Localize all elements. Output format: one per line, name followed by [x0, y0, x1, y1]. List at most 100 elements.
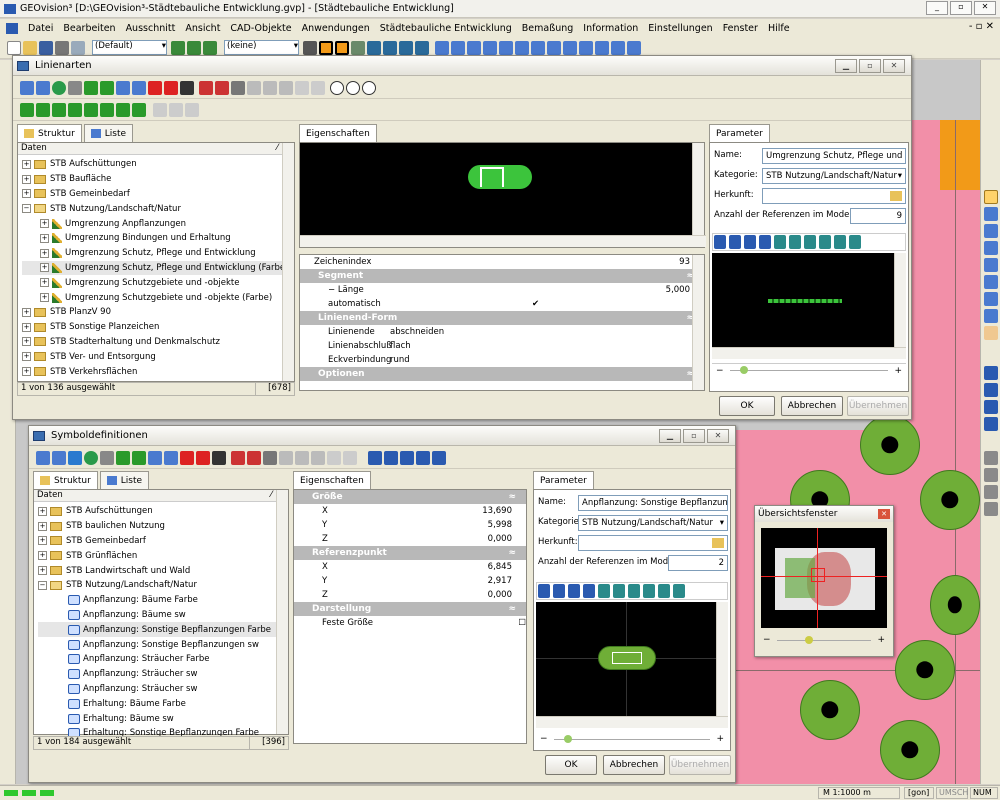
line-icon[interactable]	[153, 102, 167, 117]
cut-icon[interactable]	[295, 450, 309, 465]
move-icon[interactable]	[116, 80, 130, 95]
snap-icon[interactable]	[983, 400, 998, 414]
preview-hscroll[interactable]	[300, 235, 706, 247]
tree-item[interactable]: Anpflanzung: Sträucher sw	[38, 667, 288, 682]
add-level-icon[interactable]	[84, 102, 98, 117]
tree-item[interactable]: Anpflanzung: Sonstige Bepflanzungen sw	[38, 637, 288, 652]
add-icon[interactable]	[116, 450, 130, 465]
cut-line-icon[interactable]	[303, 40, 317, 55]
herkunft-field[interactable]	[762, 188, 906, 204]
tree-item[interactable]: + STB Stadterhaltung und Denkmalschutz	[22, 335, 294, 350]
expand-icon[interactable]: +	[38, 521, 47, 531]
select-icon[interactable]	[263, 450, 277, 465]
add-child-icon[interactable]	[132, 450, 146, 465]
view-icon[interactable]	[553, 584, 565, 598]
refresh-icon[interactable]	[68, 450, 82, 465]
symbol-tool-icon[interactable]	[368, 450, 382, 465]
style-select[interactable]: (Default) ▾	[92, 40, 167, 55]
tree-item[interactable]: + Umgrenzung Bindungen und Erhaltung	[22, 231, 294, 246]
ok-button[interactable]: OK	[719, 396, 775, 416]
tree-item[interactable]: − STB Nutzung/Landschaft/Natur	[22, 201, 294, 216]
menu-item[interactable]: Ausschnitt	[126, 23, 176, 34]
expand-icon[interactable]: +	[38, 536, 47, 546]
overview-zoom-slider[interactable]: − +	[763, 634, 885, 646]
property-row[interactable]: Y 5,998	[294, 518, 526, 532]
measure-icon[interactable]	[531, 40, 545, 55]
tree-item[interactable]: Anpflanzung: Sträucher Farbe	[38, 652, 288, 667]
kategorie-select[interactable]: STB Nutzung/Landschaft/Natur ▾	[762, 168, 906, 184]
add-level-icon[interactable]	[52, 102, 66, 117]
tree-item[interactable]: Anpflanzung: Bäume Farbe	[38, 593, 288, 608]
tree-item[interactable]: + STB Landwirtschaft und Wald	[38, 563, 288, 578]
copy-icon[interactable]	[247, 80, 261, 95]
tree-symbol[interactable]	[800, 680, 860, 740]
collapse-icon[interactable]: −	[38, 580, 47, 590]
refresh-icon[interactable]	[52, 80, 66, 95]
zoom-icon[interactable]	[658, 584, 670, 598]
zoom-icon[interactable]	[673, 584, 685, 598]
zoom-icon[interactable]	[804, 235, 816, 249]
cancel-button[interactable]: Abbrechen	[781, 396, 843, 416]
add-icon[interactable]	[84, 80, 98, 95]
view-icon[interactable]	[538, 584, 550, 598]
name-field[interactable]: Umgrenzung Schutz, Pflege und Entw	[762, 148, 906, 164]
symbol-tool-icon[interactable]	[400, 450, 414, 465]
tree-item[interactable]: + STB Baufläche	[22, 172, 294, 187]
tree-item[interactable]: + Umgrenzung Schutzgebiete und -objekte	[22, 275, 294, 290]
snap-icon[interactable]	[367, 40, 381, 55]
tree-item[interactable]: + STB Gemeinbedarf	[22, 187, 294, 202]
property-section-header[interactable]: Segment ≈	[300, 269, 704, 283]
tree-item[interactable]: + Umgrenzung Schutzgebiete und -objekte (…	[22, 290, 294, 305]
redo-icon[interactable]	[343, 450, 357, 465]
cancel-button[interactable]: Abbrechen	[603, 755, 665, 775]
hand-icon[interactable]	[983, 326, 998, 340]
tree-item[interactable]: + STB Ver- und Entsorgung	[22, 349, 294, 364]
orange-frame-icon[interactable]	[319, 40, 333, 55]
property-row[interactable]: Z 0,000	[294, 532, 526, 546]
menu-item[interactable]: Städtebauliche Entwicklung	[380, 23, 512, 34]
back-arrow-icon[interactable]	[20, 80, 34, 95]
property-row[interactable]: automatisch ✔	[300, 297, 704, 311]
zoom-icon[interactable]	[849, 235, 861, 249]
overview-viewport[interactable]	[811, 568, 825, 582]
symbol-tool-icon[interactable]	[416, 450, 430, 465]
close-button[interactable]: ✕	[707, 429, 729, 443]
remove-icon[interactable]	[148, 80, 162, 95]
tree-scrollbar[interactable]	[282, 143, 294, 381]
measure-icon[interactable]	[611, 40, 625, 55]
pan-icon[interactable]	[983, 309, 998, 323]
expand-icon[interactable]: +	[22, 307, 31, 317]
maximize-button[interactable]: ▫	[950, 1, 972, 15]
tree-item[interactable]: + STB Grünflächen	[38, 548, 288, 563]
zoom-icon[interactable]	[983, 275, 998, 289]
orange-frame2-icon[interactable]	[335, 40, 349, 55]
menu-item[interactable]: Fenster	[723, 23, 758, 34]
preview-hscroll[interactable]	[536, 716, 728, 728]
zoom-icon[interactable]	[613, 584, 625, 598]
back-arrow-icon[interactable]	[36, 450, 50, 465]
remove-icon[interactable]	[180, 450, 194, 465]
layer-add-icon[interactable]	[187, 40, 201, 55]
param-zoom-slider[interactable]: − +	[536, 732, 728, 746]
zoom-out-icon[interactable]	[983, 292, 998, 306]
menu-item[interactable]: Ansicht	[185, 23, 220, 34]
tree-symbol[interactable]	[860, 415, 920, 475]
measure-icon[interactable]	[435, 40, 449, 55]
table-icon[interactable]	[383, 40, 397, 55]
delete-all-icon[interactable]	[164, 80, 178, 95]
view-icon[interactable]	[759, 235, 771, 249]
expand-icon[interactable]: +	[40, 248, 49, 258]
tab-parameter[interactable]: Parameter	[533, 471, 594, 489]
property-value[interactable]: rund	[390, 355, 704, 365]
zoom-icon[interactable]	[774, 235, 786, 249]
tree-item[interactable]: + STB Verkehrsflächen	[22, 364, 294, 379]
apply-button[interactable]: Übernehmen	[847, 396, 909, 416]
menu-item[interactable]: Datei	[28, 23, 53, 34]
measure-icon[interactable]	[499, 40, 513, 55]
expand-icon[interactable]: +	[38, 566, 47, 576]
filter-icon[interactable]	[247, 450, 261, 465]
copy-icon[interactable]	[71, 40, 85, 55]
collapse-chevron-icon[interactable]: ≈	[508, 492, 516, 502]
tree-symbol[interactable]	[880, 720, 940, 780]
snap-icon[interactable]	[983, 417, 998, 431]
